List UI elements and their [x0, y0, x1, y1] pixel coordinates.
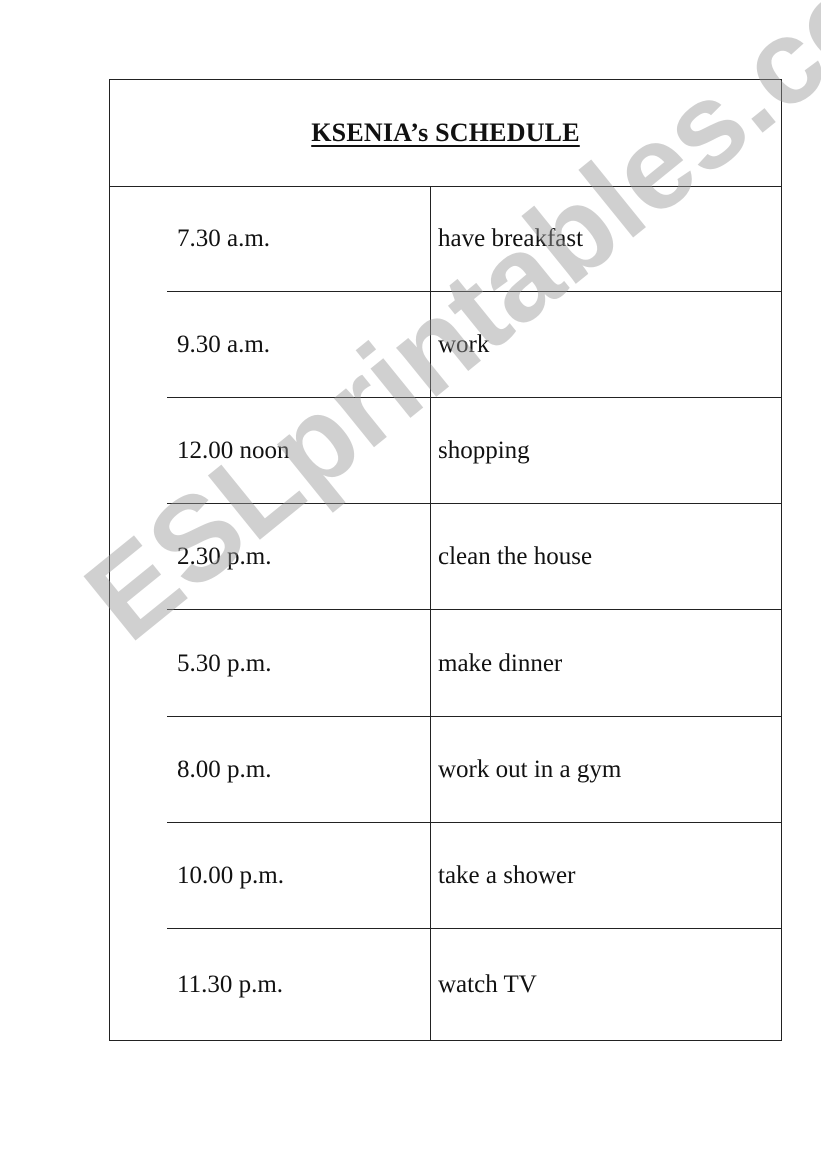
table-row: 12.00 noon shopping [110, 398, 781, 504]
table-row: 5.30 p.m. make dinner [110, 611, 781, 717]
schedule-table: KSENIA’s SCHEDULE 7.30 a.m. have breakfa… [109, 79, 782, 1041]
table-row: 7.30 a.m. have breakfast [110, 186, 781, 292]
table-row: 10.00 p.m. take a shower [110, 823, 781, 929]
activity-cell: make dinner [438, 650, 563, 677]
row-divider [167, 609, 781, 610]
title-row: KSENIA’s SCHEDULE [110, 80, 781, 187]
time-cell: 2.30 p.m. [177, 543, 272, 570]
time-cell: 12.00 noon [177, 437, 290, 464]
activity-cell: have breakfast [438, 225, 584, 252]
time-cell: 7.30 a.m. [177, 225, 271, 252]
time-cell: 9.30 a.m. [177, 331, 271, 358]
time-cell: 5.30 p.m. [177, 650, 272, 677]
time-cell: 10.00 p.m. [177, 862, 284, 889]
table-row: 8.00 p.m. work out in a gym [110, 717, 781, 823]
time-cell: 8.00 p.m. [177, 756, 272, 783]
time-cell: 11.30 p.m. [177, 971, 284, 998]
activity-cell: watch TV [438, 971, 537, 998]
activity-cell: work out in a gym [438, 756, 622, 783]
activity-cell: shopping [438, 437, 530, 464]
activity-cell: work [438, 331, 490, 358]
table-row: 11.30 p.m. watch TV [110, 929, 781, 1041]
table-row: 2.30 p.m. clean the house [110, 504, 781, 610]
schedule-title: KSENIA’s SCHEDULE [311, 118, 580, 147]
activity-cell: clean the house [438, 543, 593, 570]
table-row: 9.30 a.m. work [110, 292, 781, 398]
activity-cell: take a shower [438, 862, 576, 889]
